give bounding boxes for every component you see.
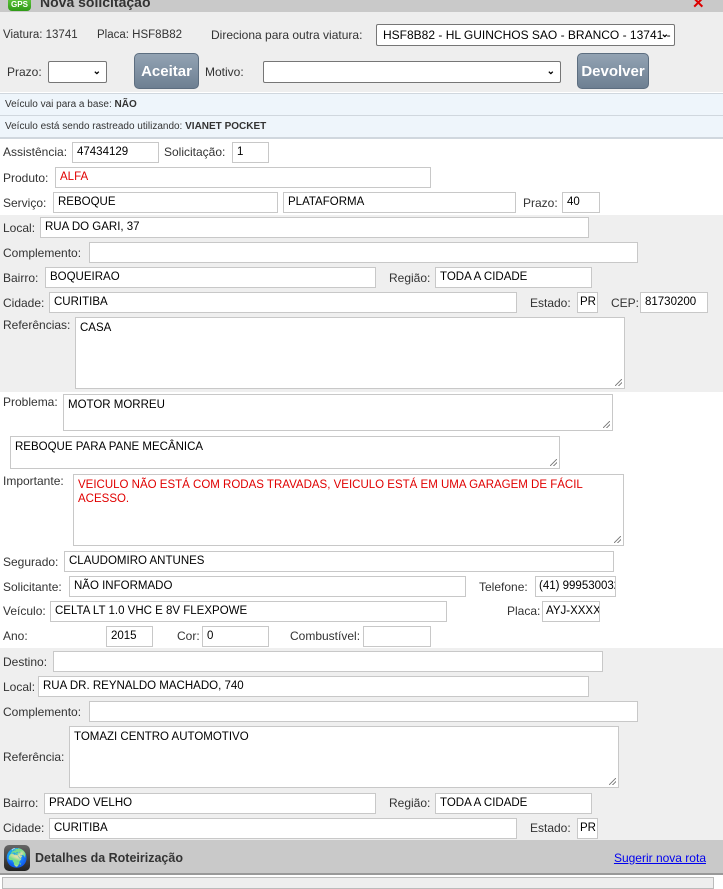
solicitacao-input[interactable]: 1 <box>232 142 269 163</box>
solicitante-input[interactable]: NÃO INFORMADO <box>69 576 466 597</box>
assistencia-input[interactable]: 47434129 <box>72 142 159 163</box>
base-value: NÃO <box>114 99 137 110</box>
ano-input[interactable]: 2015 <box>106 626 153 647</box>
telefone-label: Telefone: <box>479 580 528 594</box>
importante-textarea[interactable]: VEICULO NÃO ESTÁ COM RODAS TRAVADAS, VEI… <box>73 474 624 546</box>
bairro-input[interactable]: BOQUEIRAO <box>45 267 376 288</box>
referencias-textarea[interactable]: CASA <box>75 317 625 389</box>
veiculo-input[interactable]: CELTA LT 1.0 VHC E 8V FLEXPOWE <box>50 601 447 622</box>
chevron-down-icon: ⌄ <box>546 66 555 77</box>
devolver-button[interactable]: Devolver <box>577 53 649 89</box>
close-x-icon[interactable]: ✕ <box>692 0 705 12</box>
destino-referencia-textarea[interactable]: TOMAZI CENTRO AUTOMOTIVO <box>69 726 619 788</box>
prazo-form-label: Prazo: <box>523 196 558 210</box>
cor-input[interactable]: 0 <box>202 626 269 647</box>
motivo-label: Motivo: <box>205 65 244 79</box>
placa-input[interactable]: AYJ-XXXX <box>542 601 600 622</box>
viatura-label: Viatura: 13741 <box>3 28 78 42</box>
sugerir-rota-link[interactable]: Sugerir nova rota <box>614 851 706 865</box>
placa-label-text: Placa: <box>97 29 129 41</box>
solicitacao-label: Solicitação: <box>164 145 226 159</box>
placa-value: HSF8B82 <box>132 29 183 41</box>
cep-input[interactable]: 81730200 <box>640 292 708 313</box>
combustivel-input[interactable] <box>363 626 431 647</box>
prazo-select[interactable]: ⌄ <box>48 61 107 83</box>
ano-label: Ano: <box>3 629 28 643</box>
cor-label: Cor: <box>177 629 200 643</box>
viatura-value: 13741 <box>45 29 78 41</box>
segurado-input[interactable]: CLAUDOMIRO ANTUNES <box>64 551 614 572</box>
placa-form-label: Placa: <box>507 604 541 618</box>
direciona-label: Direciona para outra viatura: <box>211 28 363 42</box>
segurado-label: Segurado: <box>3 555 59 569</box>
veiculo-label: Veículo: <box>3 604 46 618</box>
logo-text: GPS <box>11 0 28 9</box>
destino-estado-label: Estado: <box>530 821 571 835</box>
prazo-label: Prazo: <box>7 65 42 79</box>
chevron-down-icon: ⌄ <box>92 66 101 77</box>
cep-label: CEP: <box>611 296 640 310</box>
roteirizacao-panel <box>2 877 714 889</box>
referencias-label: Referências: <box>3 318 71 332</box>
window-title: Nova solicitação <box>40 0 151 10</box>
local-label: Local: <box>3 221 36 235</box>
importante-label: Importante: <box>3 474 64 488</box>
destino-label: Destino: <box>3 655 48 669</box>
viatura-label-text: Viatura: <box>3 29 43 41</box>
destino-local-input[interactable]: RUA DR. REYNALDO MACHADO, 740 <box>38 676 589 697</box>
info-rastreio: Veículo está sendo rastreado utilizando:… <box>0 116 723 139</box>
servico-label: Serviço: <box>3 196 47 210</box>
destino-regiao-input[interactable]: TODA A CIDADE <box>435 793 592 814</box>
destino-input[interactable] <box>53 651 603 672</box>
produto-label: Produto: <box>3 171 49 185</box>
destino-local-label: Local: <box>3 680 36 694</box>
regiao-input[interactable]: TODA A CIDADE <box>435 267 592 288</box>
servico-input[interactable]: REBOQUE <box>53 192 278 213</box>
combustivel-label: Combustível: <box>290 629 361 643</box>
destino-cidade-label: Cidade: <box>3 821 45 835</box>
gps-logo-icon: GPS <box>8 0 31 11</box>
globe-icon: 🌍 <box>4 845 30 871</box>
regiao-label: Região: <box>389 271 431 285</box>
problema-label: Problema: <box>3 395 58 409</box>
complemento-label: Complemento: <box>3 246 82 260</box>
cidade-input[interactable]: CURITIBA <box>49 292 517 313</box>
roteirizacao-title: Detalhes da Roteirização <box>35 851 183 865</box>
info-base: Veículo vai para a base: NÃO <box>0 93 723 116</box>
destino-referencia-label: Referência: <box>3 750 65 764</box>
problema-textarea[interactable]: MOTOR MORREU <box>63 394 613 431</box>
placa-label: Placa: HSF8B82 <box>97 28 182 42</box>
base-label: Veículo vai para a base: <box>5 99 112 110</box>
problema-descricao-textarea[interactable]: REBOQUE PARA PANE MECÂNICA <box>10 436 560 469</box>
telefone-input[interactable]: (41) 999530032 <box>535 576 616 597</box>
produto-input[interactable]: ALFA <box>55 167 431 188</box>
destino-complemento-input[interactable] <box>89 701 638 722</box>
local-input[interactable]: RUA DO GARI, 37 <box>40 217 589 238</box>
estado-input[interactable]: PR <box>577 292 598 313</box>
destino-regiao-label: Região: <box>389 796 431 810</box>
aceitar-button[interactable]: Aceitar <box>134 53 199 89</box>
solicitante-label: Solicitante: <box>3 580 62 594</box>
assistencia-label: Assistência: <box>3 145 68 159</box>
destino-estado-input[interactable]: PR <box>577 818 598 839</box>
destino-bairro-label: Bairro: <box>3 796 39 810</box>
bairro-label: Bairro: <box>3 271 39 285</box>
destino-cidade-input[interactable]: CURITIBA <box>49 818 517 839</box>
direciona-value: HSF8B82 - HL GUINCHOS SAO - BRANCO - 137… <box>383 28 675 42</box>
prazo-input[interactable]: 40 <box>562 192 600 213</box>
estado-label: Estado: <box>530 296 571 310</box>
rastreio-value: VIANET POCKET <box>185 121 267 132</box>
destino-complemento-label: Complemento: <box>3 705 82 719</box>
chevron-down-icon: ⌄ <box>660 29 669 40</box>
complemento-input[interactable] <box>89 242 638 263</box>
rastreio-label: Veículo está sendo rastreado utilizando: <box>5 121 183 132</box>
destino-bairro-input[interactable]: PRADO VELHO <box>44 793 376 814</box>
motivo-select[interactable]: ⌄ <box>263 61 561 83</box>
cidade-label: Cidade: <box>3 296 45 310</box>
direciona-select[interactable]: HSF8B82 - HL GUINCHOS SAO - BRANCO - 137… <box>376 24 675 46</box>
servico-tipo-input[interactable]: PLATAFORMA <box>283 192 516 213</box>
